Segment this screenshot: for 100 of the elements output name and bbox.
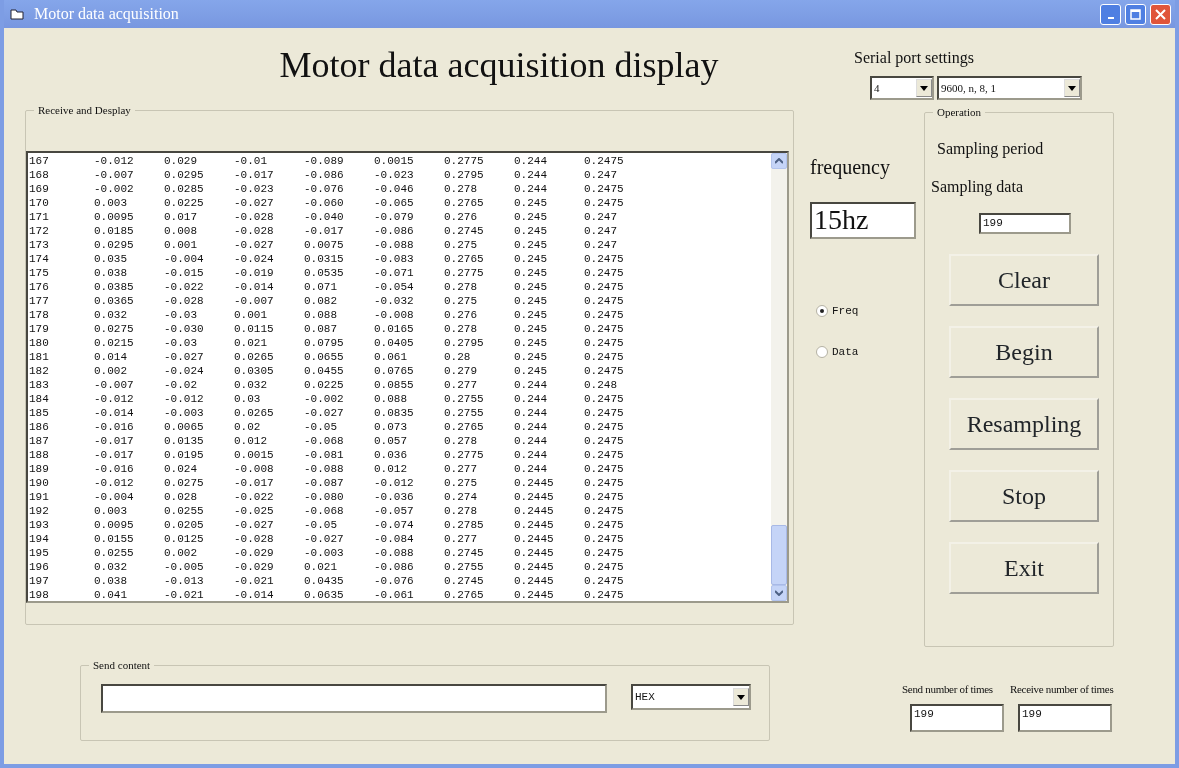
row-number: 178 xyxy=(28,308,50,322)
row-number: 192 xyxy=(28,504,50,518)
action-button[interactable]: Exit xyxy=(949,542,1099,594)
close-button[interactable] xyxy=(1150,3,1171,25)
table-cell-text: 0.002 xyxy=(94,364,128,378)
table-cell-text: 0.279 xyxy=(444,364,478,378)
field-label: frequency xyxy=(810,155,891,181)
row-number: 183 xyxy=(28,378,50,392)
sampling-data-field[interactable]: 199 xyxy=(979,213,1071,234)
row-number: 175 xyxy=(28,266,50,280)
table-cell-text: -0.003 xyxy=(304,546,345,560)
table-cell-text: -0.002 xyxy=(304,392,345,406)
table-cell-text: 0.001 xyxy=(164,238,198,252)
action-button[interactable]: Clear xyxy=(949,254,1099,306)
table-cell-text: 0.0295 xyxy=(94,238,135,252)
send-input-field[interactable] xyxy=(101,684,607,713)
table-cell-text: -0.02 xyxy=(164,378,198,392)
table-cell-text: -0.040 xyxy=(304,210,345,224)
table-cell-text: 0.0435 xyxy=(304,574,345,588)
table-cell-text: 0.021 xyxy=(234,336,268,350)
row-number: 194 xyxy=(28,532,50,546)
table-cell-text: 0.0135 xyxy=(164,434,205,448)
table-cell-text: 0.247 xyxy=(584,168,618,182)
table-cell-text: 0.2445 xyxy=(514,560,555,574)
radio-icon[interactable] xyxy=(816,345,828,358)
table-cell-text: 0.2445 xyxy=(514,546,555,560)
table-cell-text: -0.005 xyxy=(164,560,205,574)
maximize-icon xyxy=(1130,8,1141,20)
table-cell-text: 0.276 xyxy=(444,308,478,322)
table-cell-text: -0.03 xyxy=(164,336,198,350)
table-cell-text: -0.028 xyxy=(234,532,275,546)
table-cell-text: -0.007 xyxy=(94,378,135,392)
close-icon xyxy=(1155,8,1166,20)
count-field[interactable]: 199 xyxy=(1018,703,1112,732)
row-number: 176 xyxy=(28,280,50,294)
scroll-thumb[interactable] xyxy=(771,525,787,585)
format-dropdown[interactable]: HEX xyxy=(631,684,751,710)
table-cell-text: -0.012 xyxy=(94,154,135,168)
field-label: Sampling data xyxy=(931,177,1024,198)
baud-dropdown[interactable]: 9600, n, 8, 1 xyxy=(937,76,1082,100)
action-button[interactable]: Begin xyxy=(949,326,1099,378)
scroll-up-button[interactable] xyxy=(771,153,787,169)
table-cell-text: -0.086 xyxy=(374,224,415,238)
table-cell-text: 0.038 xyxy=(94,574,128,588)
maximize-button[interactable] xyxy=(1125,3,1146,25)
app-heading: Motor data acquisition display xyxy=(278,44,720,87)
scroll-down-button[interactable] xyxy=(771,585,787,601)
table-cell-text: -0.008 xyxy=(234,462,275,476)
table-cell-text: 0.2475 xyxy=(584,252,625,266)
action-button[interactable]: Resampling xyxy=(949,398,1099,450)
table-cell-text: 0.0265 xyxy=(234,350,275,364)
table-cell-text: 0.244 xyxy=(514,168,548,182)
radio-icon[interactable] xyxy=(816,305,828,318)
table-cell-text: 0.0185 xyxy=(94,224,135,238)
table-cell-text: 0.2795 xyxy=(444,168,485,182)
table-cell-text: 0.2765 xyxy=(444,196,485,210)
table-cell-text: 0.2475 xyxy=(584,154,625,168)
table-cell-text: -0.089 xyxy=(304,154,345,168)
table-cell-text: 0.0225 xyxy=(304,378,345,392)
table-cell-text: -0.028 xyxy=(234,224,275,238)
table-cell-text: 0.012 xyxy=(234,434,268,448)
table-cell-text: 0.2775 xyxy=(444,154,485,168)
table-cell-text: 0.012 xyxy=(374,462,408,476)
action-button[interactable]: Stop xyxy=(949,470,1099,522)
table-cell-text: -0.080 xyxy=(304,490,345,504)
radio-option[interactable]: Freq xyxy=(816,303,924,320)
port-dropdown[interactable]: 4 xyxy=(870,76,934,100)
table-cell-text: 0.032 xyxy=(234,378,268,392)
row-number: 174 xyxy=(28,252,50,266)
table-cell-text: -0.014 xyxy=(94,406,135,420)
table-cell-text: -0.025 xyxy=(234,504,275,518)
minimize-button[interactable] xyxy=(1100,3,1121,25)
scrollbar[interactable] xyxy=(771,153,787,601)
table-cell-text: 0.2475 xyxy=(584,196,625,210)
table-cell-text: 0.0065 xyxy=(164,420,205,434)
row-number: 182 xyxy=(28,364,50,378)
table-cell-text: -0.027 xyxy=(234,196,275,210)
table-cell-text: 0.2475 xyxy=(584,266,625,280)
row-number: 195 xyxy=(28,546,50,560)
table-cell-text: 0.0095 xyxy=(94,210,135,224)
table-cell-text: 0.0115 xyxy=(234,322,275,336)
table-cell-text: 0.2765 xyxy=(444,588,485,602)
table-cell-text: 0.245 xyxy=(514,308,548,322)
table-cell-text: -0.083 xyxy=(374,252,415,266)
table-cell-text: -0.003 xyxy=(164,406,205,420)
count-field[interactable]: 199 xyxy=(910,703,1004,732)
table-cell-text: 0.2475 xyxy=(584,350,625,364)
table-cell-text: 0.244 xyxy=(514,448,548,462)
table-cell-text: -0.015 xyxy=(164,266,205,280)
table-cell-text: 0.0365 xyxy=(94,294,135,308)
table-cell-text: 0.003 xyxy=(94,504,128,518)
table-cell-text: 0.088 xyxy=(304,308,338,322)
table-cell-text: -0.074 xyxy=(374,518,415,532)
table-cell-text: 0.2475 xyxy=(584,504,625,518)
table-cell-text: -0.030 xyxy=(164,322,205,336)
table-cell-text: 0.035 xyxy=(94,252,128,266)
table-cell-text: -0.061 xyxy=(374,588,415,602)
radio-option[interactable]: Data xyxy=(816,343,924,360)
table-cell-text: 0.244 xyxy=(514,154,548,168)
table-cell-text: -0.088 xyxy=(374,546,415,560)
